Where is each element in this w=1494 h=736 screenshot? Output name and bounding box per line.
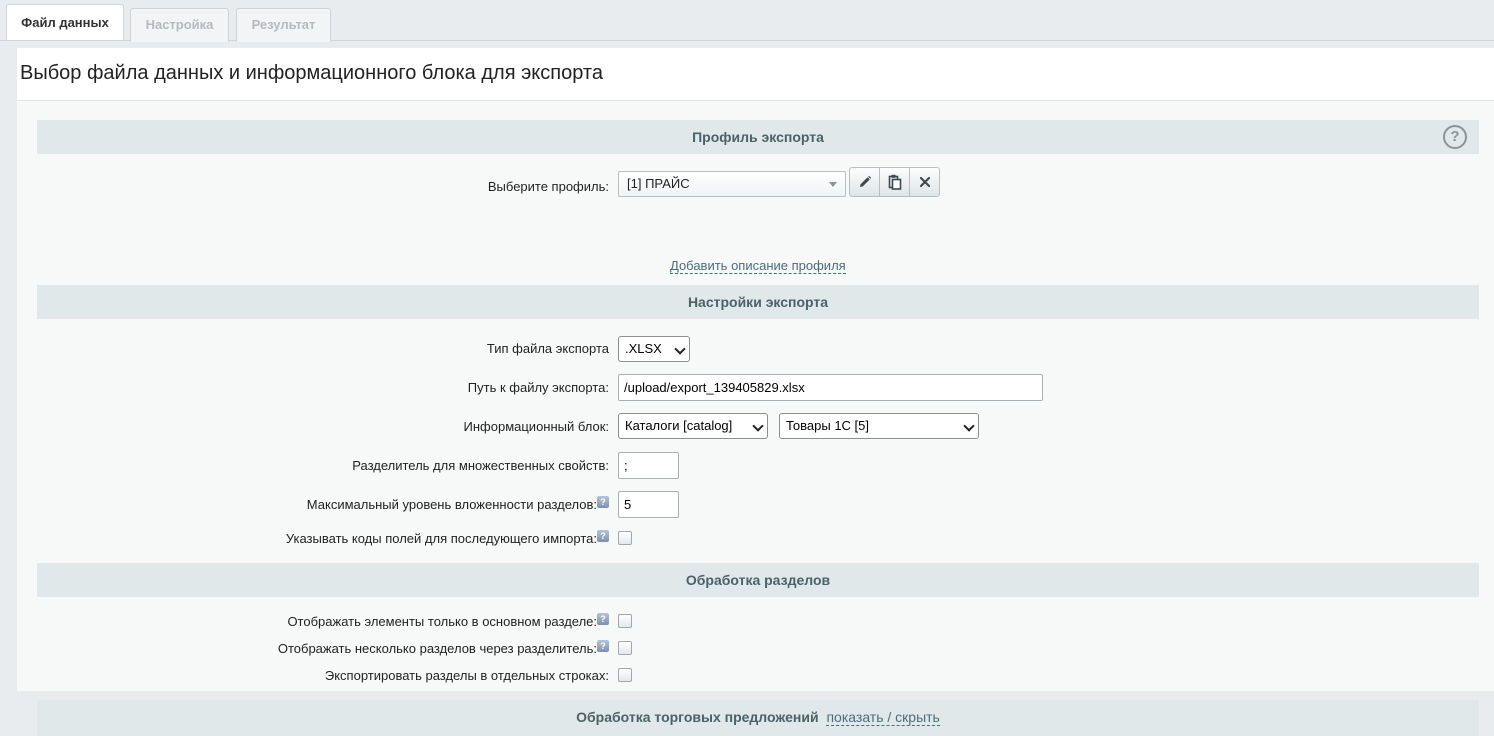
file-type-label: Тип файла экспорта — [486, 341, 609, 356]
profile-select-label: Выберите профиль: — [487, 179, 609, 194]
max-level-input[interactable]: 5 — [618, 491, 679, 518]
multiple-sections-label: Отображать несколько разделов через разд… — [277, 641, 597, 656]
field-codes-checkbox[interactable] — [618, 531, 632, 545]
export-path-label: Путь к файлу экспорта: — [467, 380, 609, 395]
section-header-offers: Обработка торговых предложений показать … — [37, 700, 1479, 736]
tab-result[interactable]: Результат — [236, 8, 331, 42]
delete-profile-button[interactable] — [909, 167, 940, 197]
profile-select-value: [1] ПРАЙС — [627, 176, 690, 191]
hint-icon[interactable]: ? — [597, 496, 609, 508]
delete-x-icon — [919, 176, 930, 188]
file-type-value: .XLSX — [625, 341, 662, 356]
copy-icon — [888, 174, 901, 190]
dropdown-triangle-icon — [829, 182, 837, 187]
export-path-input[interactable]: /upload/export_139405829.xlsx — [618, 374, 1043, 401]
section-title-profile: Профиль экспорта — [692, 129, 824, 145]
chevron-down-icon — [963, 420, 975, 432]
main-section-only-label: Отображать элементы только в основном ра… — [287, 614, 597, 629]
tab-settings[interactable]: Настройка — [130, 8, 229, 42]
tab-data-file[interactable]: Файл данных — [6, 4, 124, 40]
hint-icon[interactable]: ? — [597, 530, 609, 542]
separate-rows-checkbox[interactable] — [618, 668, 632, 682]
profile-actions — [849, 167, 940, 197]
chevron-down-icon — [752, 420, 764, 432]
section-title-offers: Обработка торговых предложений — [576, 709, 819, 725]
separate-rows-label: Экспортировать разделы в отдельных строк… — [324, 668, 609, 683]
iblock-type-value: Каталоги [catalog] — [625, 418, 733, 433]
section-title-export-settings: Настройки экспорта — [687, 294, 829, 310]
profile-select[interactable]: [1] ПРАЙС — [618, 171, 846, 197]
separator-input[interactable]: ; — [618, 452, 679, 479]
tab-bar: Файл данных Настройка Результат — [0, 0, 1494, 46]
separator-label: Разделитель для множественных свойств: — [352, 458, 609, 473]
offers-toggle-link[interactable]: показать / скрыть — [826, 709, 940, 726]
section-header-sections-processing: Обработка разделов — [37, 563, 1479, 597]
question-circle-icon[interactable]: ? — [1443, 125, 1467, 149]
copy-profile-button[interactable] — [879, 167, 910, 197]
settings-area: Профиль экспорта ? Выберите профиль: [1]… — [17, 101, 1494, 736]
iblock-value: Товары 1С [5] — [786, 418, 870, 433]
add-profile-description-link[interactable]: Добавить описание профиля — [670, 259, 846, 274]
section-header-profile: Профиль экспорта ? — [37, 120, 1479, 154]
iblock-label: Информационный блок: — [463, 419, 609, 434]
file-type-select[interactable]: .XLSX — [618, 336, 690, 362]
hint-icon[interactable]: ? — [597, 613, 609, 625]
iblock-type-select[interactable]: Каталоги [catalog] — [618, 413, 768, 439]
section-title-sections-processing: Обработка разделов — [685, 572, 831, 588]
chevron-down-icon — [674, 343, 686, 355]
main-section-only-checkbox[interactable] — [618, 614, 632, 628]
hint-icon[interactable]: ? — [597, 640, 609, 652]
edit-pencil-icon — [859, 175, 871, 187]
multiple-sections-checkbox[interactable] — [618, 641, 632, 655]
section-header-export-settings: Настройки экспорта — [37, 285, 1479, 319]
field-codes-label: Указывать коды полей для последующего им… — [285, 531, 597, 546]
iblock-select[interactable]: Товары 1С [5] — [779, 413, 979, 439]
edit-profile-button[interactable] — [849, 167, 880, 197]
page-title: Выбор файла данных и информационного бло… — [20, 62, 603, 84]
main-card: Выбор файла данных и информационного бло… — [17, 48, 1494, 736]
max-level-label: Максимальный уровень вложенности раздело… — [306, 497, 597, 512]
